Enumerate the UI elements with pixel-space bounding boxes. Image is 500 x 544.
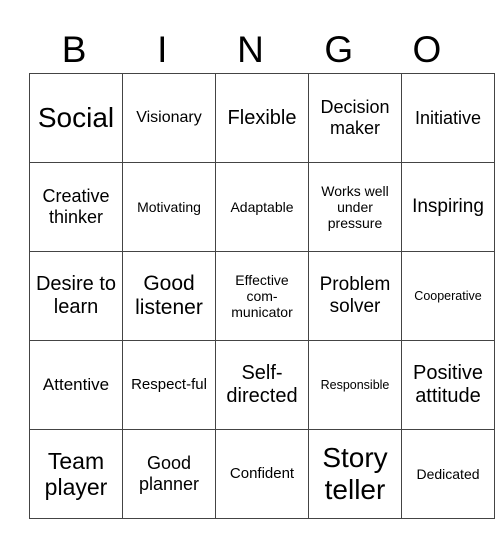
bingo-cell[interactable]: Good planner (122, 429, 216, 519)
bingo-cell[interactable]: Flexible (215, 73, 309, 163)
header-letter-i: I (157, 29, 168, 70)
header-letter-b: B (61, 29, 87, 70)
bingo-cell[interactable]: Problem solver (308, 251, 402, 341)
bingo-cell[interactable]: Visionary (122, 73, 216, 163)
bingo-cell[interactable]: Self-directed (215, 340, 309, 430)
bingo-cell[interactable]: Effective com-municator (215, 251, 309, 341)
bingo-cell[interactable]: Team player (29, 429, 123, 519)
header-letter-g: G (324, 29, 354, 70)
bingo-row: Team player Good planner Confident Story… (29, 429, 495, 519)
bingo-cell[interactable]: Positive attitude (401, 340, 495, 430)
bingo-cell[interactable]: Adaptable (215, 162, 309, 252)
bingo-cell[interactable]: Dedicated (401, 429, 495, 519)
bingo-cell[interactable]: Initiative (401, 73, 495, 163)
bingo-cell[interactable]: Social (29, 73, 123, 163)
bingo-cell[interactable]: Cooperative (401, 251, 495, 341)
bingo-cell[interactable]: Responsible (308, 340, 402, 430)
bingo-row: Social Visionary Flexible Decision maker… (29, 73, 495, 163)
bingo-cell[interactable]: Attentive (29, 340, 123, 430)
bingo-row: Desire to learn Good listener Effective … (29, 251, 495, 341)
bingo-cell[interactable]: Works well under pressure (308, 162, 402, 252)
bingo-cell[interactable]: Good listener (122, 251, 216, 341)
bingo-cell[interactable]: Inspiring (401, 162, 495, 252)
bingo-cell[interactable]: Respect-ful (122, 340, 216, 430)
header-letter-n: N (237, 29, 264, 70)
bingo-cell[interactable]: Story teller (308, 429, 402, 519)
bingo-cell[interactable]: Desire to learn (29, 251, 123, 341)
bingo-cell[interactable]: Confident (215, 429, 309, 519)
header-letter-o: O (412, 29, 442, 70)
bingo-row: Attentive Respect-ful Self-directed Resp… (29, 340, 495, 430)
bingo-cell[interactable]: Decision maker (308, 73, 402, 163)
bingo-card: Social Visionary Flexible Decision maker… (29, 73, 495, 519)
bingo-cell[interactable]: Creative thinker (29, 162, 123, 252)
bingo-row: Creative thinker Motivating Adaptable Wo… (29, 162, 495, 252)
bingo-cell[interactable]: Motivating (122, 162, 216, 252)
bingo-header: B I N G O (30, 24, 471, 76)
